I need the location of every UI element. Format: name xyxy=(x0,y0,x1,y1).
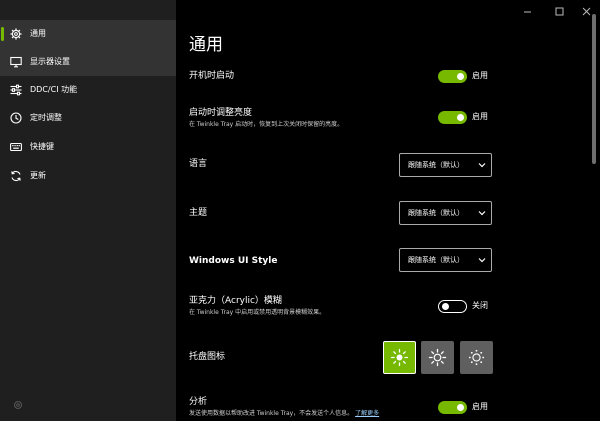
sidebar-item-schedule[interactable]: 定时调整 xyxy=(0,104,176,132)
clock-icon xyxy=(10,112,22,124)
acrylic-toggle-state: 关闭 xyxy=(472,301,488,310)
analytics-desc: 发送使用数据以帮助改进 Twinkle Tray，不会发送个人信息。 了解更多 xyxy=(189,410,379,418)
sidebar-item-display-settings[interactable]: 显示器设置 xyxy=(0,48,176,76)
sidebar-item-label: DDC/CI 功能 xyxy=(30,85,78,94)
sidebar-item-general[interactable]: 通用 xyxy=(0,20,176,48)
refresh-icon xyxy=(11,170,21,182)
startup-toggle[interactable] xyxy=(438,70,467,83)
sidebar-item-label: 定时调整 xyxy=(30,113,62,122)
toggle-knob xyxy=(457,114,464,121)
sun-icon-outline xyxy=(468,349,485,366)
page-title: 通用 xyxy=(189,35,223,55)
tray-icon-option-3[interactable] xyxy=(460,341,493,374)
chevron-down-icon xyxy=(478,163,486,168)
sun-icon xyxy=(428,348,447,367)
adjust-on-start-label: 启动时调整亮度 xyxy=(189,108,253,118)
acrylic-toggle[interactable] xyxy=(438,300,467,313)
chevron-down-icon xyxy=(478,258,486,263)
theme-select[interactable]: 跟随系统（默认） xyxy=(399,201,492,225)
scrollbar[interactable] xyxy=(592,14,596,418)
sidebar-item-label: 显示器设置 xyxy=(30,57,70,66)
tray-icon-option-1[interactable] xyxy=(383,341,416,374)
analytics-toggle[interactable] xyxy=(438,401,467,414)
language-select[interactable]: 跟随系统（默认） xyxy=(399,153,492,177)
sidebar-item-label: 通用 xyxy=(30,29,46,38)
sun-icon-filled xyxy=(390,348,409,367)
tray-icon-option-2[interactable] xyxy=(421,341,454,374)
close-icon xyxy=(582,7,590,15)
sidebar-item-label: 更新 xyxy=(30,171,46,180)
adjust-on-start-toggle-state: 启用 xyxy=(472,112,488,121)
toggle-knob xyxy=(457,73,464,80)
scrollbar-thumb[interactable] xyxy=(592,14,596,164)
theme-select-value: 跟随系统（默认） xyxy=(408,209,464,217)
adjust-on-start-toggle[interactable] xyxy=(438,111,467,124)
sidebar-item-label: 快捷键 xyxy=(30,142,54,151)
learn-more-link[interactable]: 了解更多 xyxy=(355,410,379,417)
analytics-toggle-state: 启用 xyxy=(472,402,488,411)
sidebar-item-ddc-ci[interactable]: DDC/CI 功能 xyxy=(0,76,176,104)
acrylic-label: 亚克力（Acrylic）模糊 xyxy=(189,296,282,306)
tray-icon-label: 托盘图标 xyxy=(189,352,226,362)
gear-icon[interactable] xyxy=(12,399,24,411)
maximize-icon xyxy=(555,7,563,15)
language-label: 语言 xyxy=(189,159,208,169)
minimize-button[interactable] xyxy=(520,4,534,18)
sidebar-item-updates[interactable]: 更新 xyxy=(0,162,176,190)
acrylic-desc: 在 Twinkle Tray 中启用或禁用透明背景模糊效果。 xyxy=(189,309,326,316)
main-panel: 通用 开机时启动 启用 启动时调整亮度 在 Twinkle Tray 启动时，恢… xyxy=(176,0,600,421)
keyboard-icon xyxy=(10,142,22,152)
toggle-knob xyxy=(441,302,449,310)
analytics-label: 分析 xyxy=(189,397,208,407)
toggle-knob xyxy=(457,404,464,411)
ui-style-select-value: 跟随系统（默认） xyxy=(408,256,464,264)
ui-style-label: Windows UI Style xyxy=(189,256,278,266)
maximize-button[interactable] xyxy=(552,4,566,18)
minimize-icon xyxy=(523,11,531,12)
sidebar-item-hotkeys[interactable]: 快捷键 xyxy=(0,133,176,161)
active-indicator xyxy=(1,27,4,41)
adjust-on-start-desc: 在 Twinkle Tray 启动时，恢复到上次关闭时保留的亮度。 xyxy=(189,121,344,128)
language-select-value: 跟随系统（默认） xyxy=(408,161,464,169)
ui-style-select[interactable]: 跟随系统（默认） xyxy=(399,248,492,272)
startup-toggle-state: 启用 xyxy=(472,71,488,80)
close-button[interactable] xyxy=(579,4,593,18)
analytics-desc-text: 发送使用数据以帮助改进 Twinkle Tray，不会发送个人信息。 xyxy=(189,410,354,417)
sidebar: 通用 显示器设置 DDC/CI 功能 定时调整 快捷键 更新 xyxy=(0,0,176,421)
monitor-icon xyxy=(10,56,22,68)
chevron-down-icon xyxy=(478,211,486,216)
gear-icon xyxy=(10,28,22,40)
sliders-icon xyxy=(10,84,22,96)
theme-label: 主题 xyxy=(189,208,208,218)
startup-label: 开机时启动 xyxy=(189,71,235,81)
